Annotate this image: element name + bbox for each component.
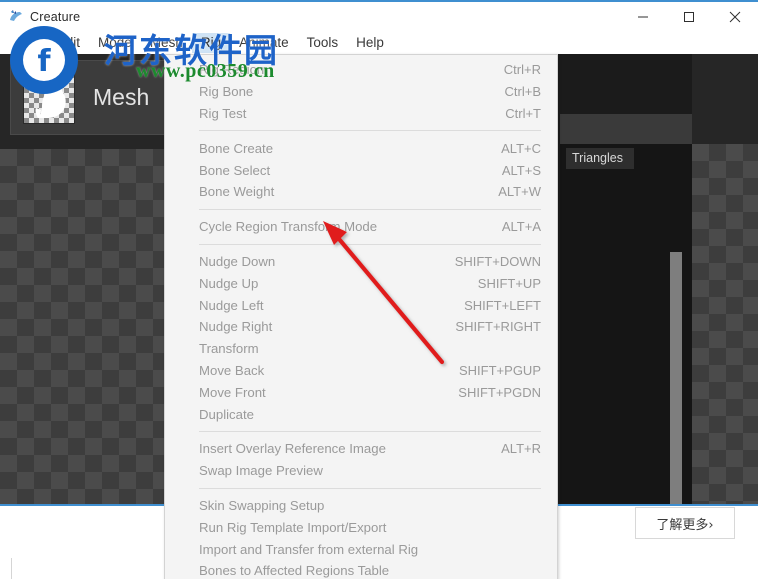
menu-item-bone-select[interactable]: Bone Select ALT+S [165,159,557,181]
menu-item-shortcut: SHIFT+DOWN [454,253,541,269]
right-panel-header [560,114,692,144]
canvas-transparency-checker-left[interactable] [0,149,170,504]
application-window: Mesh Triangles Creature File Edit Mode M… [0,0,758,579]
menu-item-label: Bones to Affected Regions Table [199,563,390,579]
menu-help[interactable]: Help [347,33,393,53]
menu-item-nudge-up[interactable]: Nudge Up SHIFT+UP [165,272,557,294]
bottom-left-edge-divider [0,558,12,579]
menu-item-bone-weight[interactable]: Bone Weight ALT+W [165,181,557,203]
menu-item-nudge-down[interactable]: Nudge Down SHIFT+DOWN [165,251,557,273]
menu-item-label: Import and Transfer from external Rig [199,541,419,557]
menu-bar[interactable]: File Edit Mode Mesh Rig Animate Tools He… [0,32,758,54]
learn-more-button[interactable]: 了解更多› [635,507,735,539]
menu-item-move-back[interactable]: Move Back SHIFT+PGUP [165,360,557,382]
menu-item-label: Move Back [199,362,265,378]
menu-item-label: Skin Swapping Setup [199,497,325,513]
maximize-icon[interactable] [666,2,712,32]
menu-item-shortcut: SHIFT+RIGHT [455,319,541,335]
menu-item-label: Run Rig Template Import/Export [199,519,387,535]
menu-item-label: Move Front [199,384,266,400]
menu-item-label: Nudge Right [199,319,273,335]
menu-separator [199,243,541,245]
menu-item-label: Transform [199,341,259,357]
minimize-icon[interactable] [620,2,666,32]
title-bar[interactable]: Creature [0,2,758,32]
menu-item-shortcut: SHIFT+PGUP [459,362,541,378]
menu-item-transform[interactable]: Transform [165,338,557,360]
menu-item-run-rig-template-import-export[interactable]: Run Rig Template Import/Export [165,516,557,538]
menu-item-rig-test[interactable]: Rig Test Ctrl+T [165,103,557,125]
menu-item-rig-bone[interactable]: Rig Bone Ctrl+B [165,81,557,103]
menu-item-label: Insert Overlay Reference Image [199,441,386,457]
right-panel[interactable]: Triangles [560,144,692,504]
menu-item-label: Rig Test [199,105,247,121]
menu-item-shortcut: Ctrl+R [503,62,541,78]
menu-separator [199,208,541,210]
menu-item-label: Cycle Region Transform Mode [199,219,378,235]
menu-edit[interactable]: Edit [48,33,89,53]
menu-item-shortcut: ALT+R [501,441,541,457]
menu-item-shortcut: Ctrl+B [504,84,541,100]
creature-app-icon [8,9,24,25]
menu-item-label: Rig Region [199,62,265,78]
menu-item-shortcut: SHIFT+LEFT [464,297,541,313]
mesh-panel-label: Mesh [93,84,150,110]
menu-item-label: Duplicate [199,406,254,422]
menu-item-label: Bone Select [199,162,271,178]
menu-item-bones-to-affected-regions-table[interactable]: Bones to Affected Regions Table [165,560,557,579]
menu-item-shortcut: SHIFT+UP [477,275,541,291]
menu-rig[interactable]: Rig [191,33,231,53]
menu-item-duplicate[interactable]: Duplicate [165,403,557,425]
menu-item-shortcut: ALT+S [501,162,541,178]
menu-item-nudge-right[interactable]: Nudge Right SHIFT+RIGHT [165,316,557,338]
menu-separator [199,487,541,489]
menu-item-move-front[interactable]: Move Front SHIFT+PGDN [165,381,557,403]
menu-item-bone-create[interactable]: Bone Create ALT+C [165,137,557,159]
window-title: Creature [30,10,81,24]
menu-file[interactable]: File [8,33,48,53]
menu-item-shortcut: Ctrl+T [505,105,541,121]
menu-item-skin-swapping-setup[interactable]: Skin Swapping Setup [165,495,557,517]
menu-item-label: Swap Image Preview [199,463,323,479]
menu-item-swap-image-preview[interactable]: Swap Image Preview [165,460,557,482]
tab-triangles[interactable]: Triangles [566,148,634,169]
menu-animate[interactable]: Animate [230,33,298,53]
menu-separator [199,130,541,132]
menu-item-label: Rig Bone [199,84,254,100]
menu-item-shortcut: ALT+W [498,184,541,200]
menu-item-label: Nudge Down [199,253,276,269]
menu-separator [199,430,541,432]
menu-item-cycle-region-transform-mode[interactable]: Cycle Region Transform Mode ALT+A [165,216,557,238]
menu-item-label: Nudge Left [199,297,264,313]
menu-tools[interactable]: Tools [298,33,348,53]
window-controls [620,2,758,32]
menu-mesh[interactable]: Mesh [141,33,192,53]
menu-item-rig-region[interactable]: Rig Region Ctrl+R [165,59,557,81]
menu-item-label: Nudge Up [199,275,259,291]
canvas-transparency-checker-right[interactable] [692,144,758,504]
menu-item-insert-overlay-reference-image[interactable]: Insert Overlay Reference Image ALT+R [165,438,557,460]
menu-item-shortcut: ALT+A [501,219,541,235]
menu-item-nudge-left[interactable]: Nudge Left SHIFT+LEFT [165,294,557,316]
cat-silhouette-thumbnail[interactable] [23,71,75,124]
right-panel-scrollbar[interactable] [670,252,682,504]
menu-item-label: Bone Weight [199,184,275,200]
menu-item-shortcut: ALT+C [501,140,541,156]
menu-item-import-and-transfer-from-external-rig[interactable]: Import and Transfer from external Rig [165,538,557,560]
rig-dropdown-menu[interactable]: Rig Region Ctrl+R Rig Bone Ctrl+B Rig Test Ct… [164,54,558,579]
menu-mode[interactable]: Mode [89,33,141,53]
close-icon[interactable] [712,2,758,32]
menu-item-label: Bone Create [199,140,274,156]
mesh-panel[interactable]: Mesh [10,60,170,135]
menu-item-shortcut: SHIFT+PGDN [458,384,541,400]
